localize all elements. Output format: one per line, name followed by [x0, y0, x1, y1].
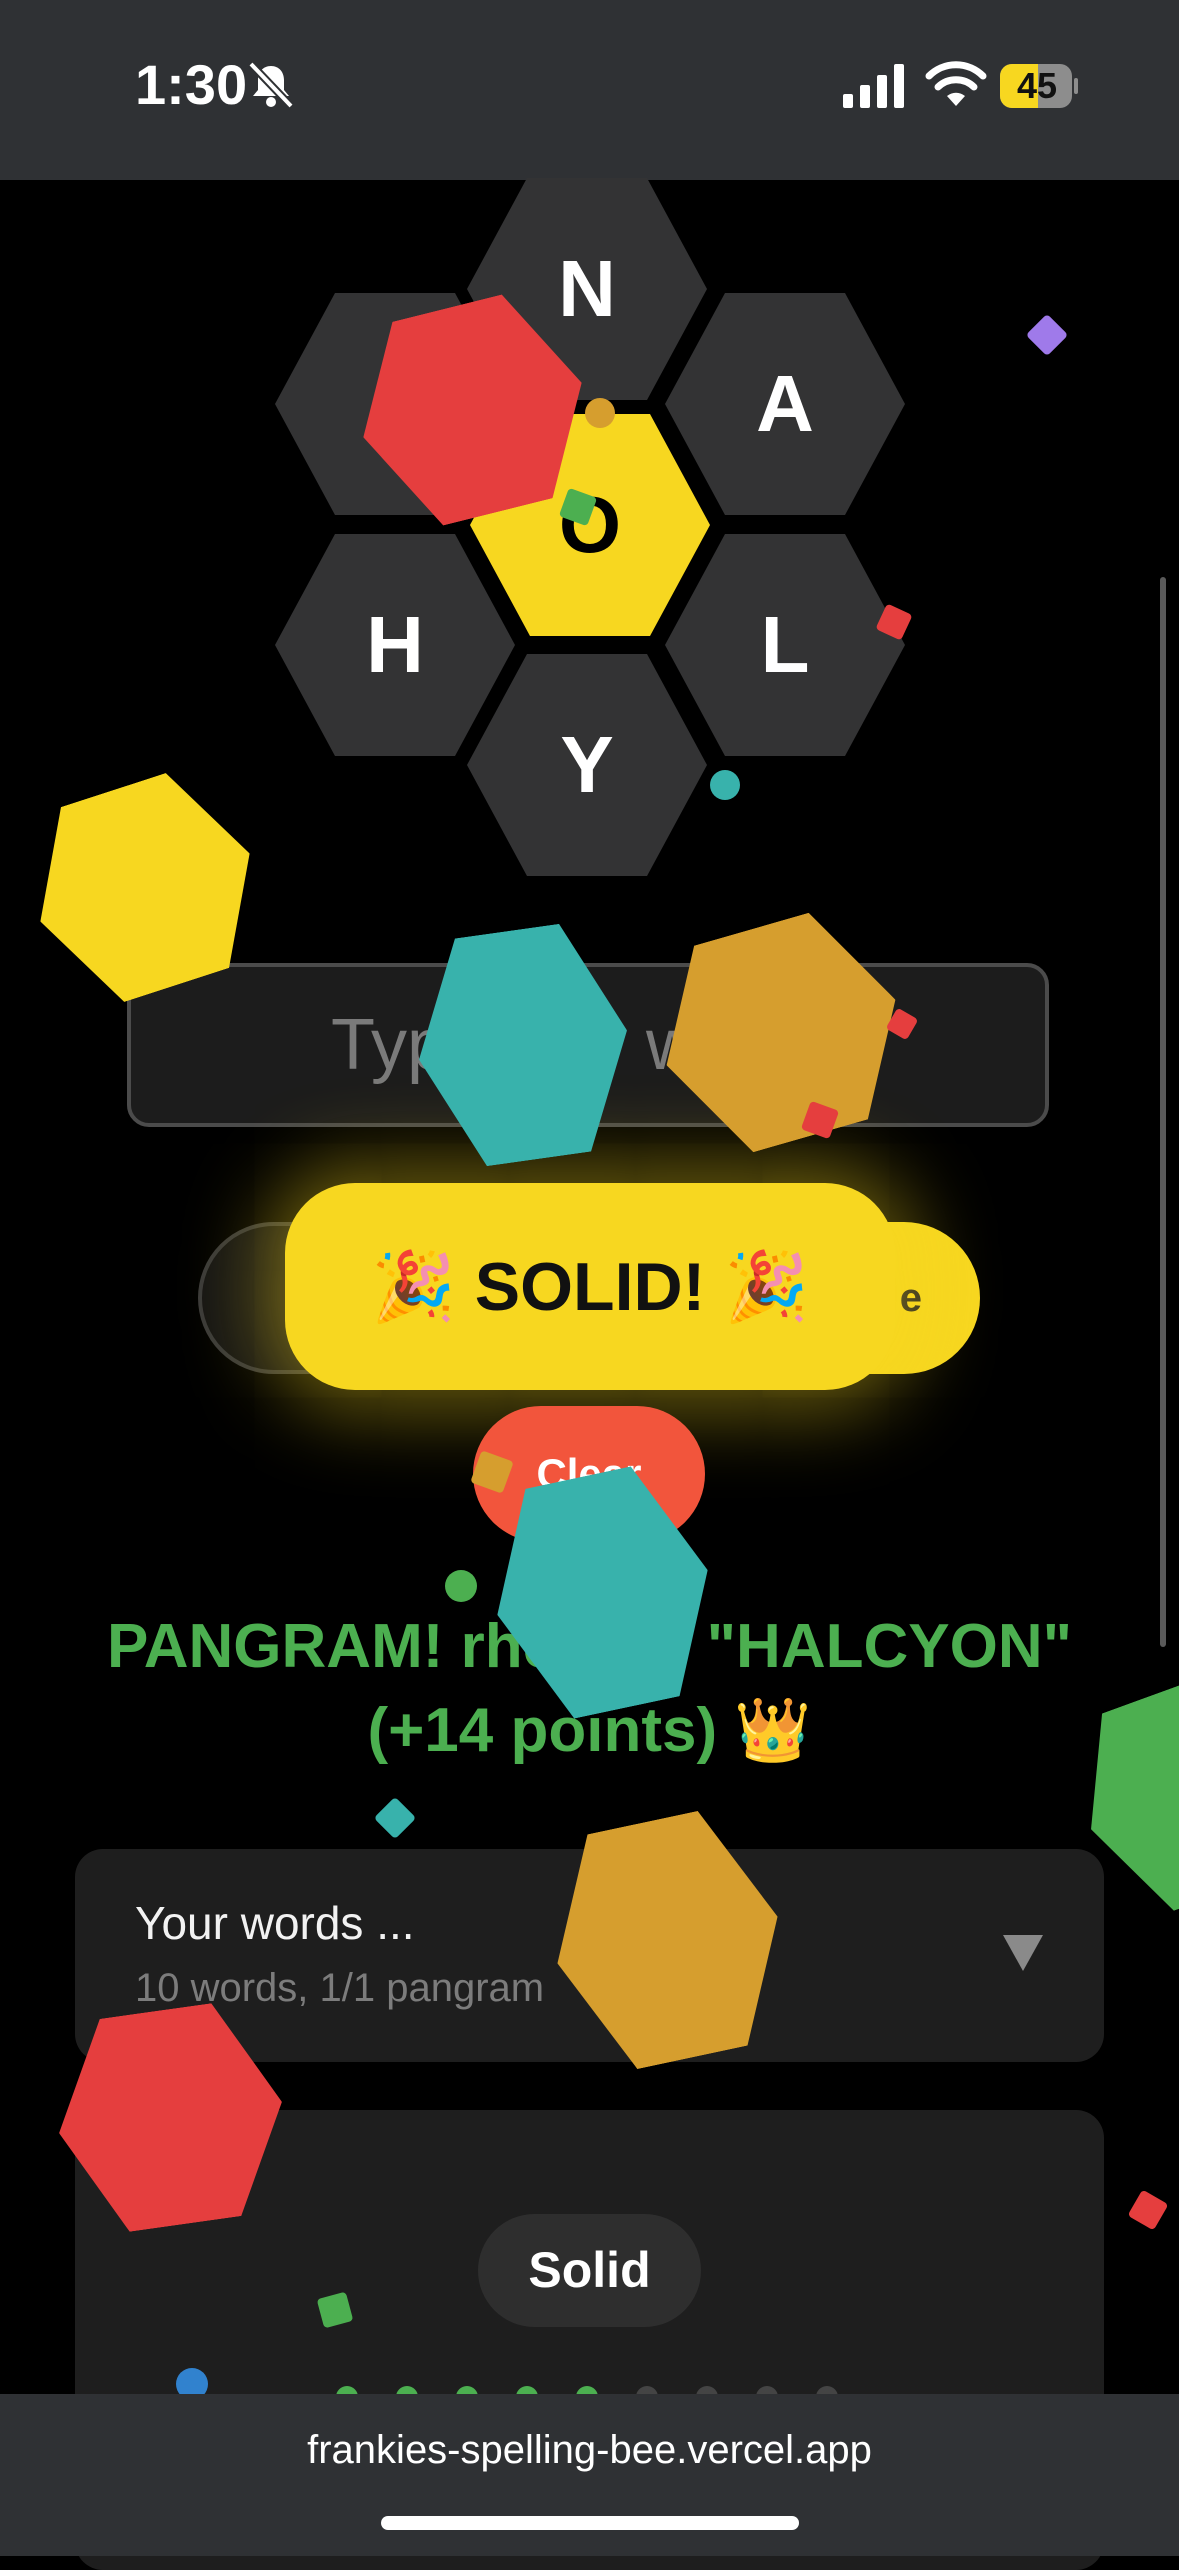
- wifi-icon: [925, 61, 987, 106]
- hive-letter-top-right[interactable]: A: [665, 293, 905, 515]
- hive-letter-bottom-left[interactable]: H: [275, 534, 515, 756]
- confetti-hexagon: [403, 917, 643, 1174]
- celebration-toast: 🎉 SOLID! 🎉: [285, 1183, 895, 1390]
- confetti-square: [373, 1796, 417, 1840]
- hive-letter-bottom-right[interactable]: L: [665, 534, 905, 756]
- scrollbar[interactable]: [1160, 577, 1166, 1647]
- confetti-hexagon: [637, 896, 925, 1168]
- confetti-dot: [445, 1570, 477, 1602]
- rank-label: Solid: [478, 2214, 701, 2327]
- confetti-dot: [585, 398, 615, 428]
- confetti-dot: [710, 770, 740, 800]
- home-indicator[interactable]: [381, 2516, 799, 2530]
- confetti-square: [1127, 2189, 1169, 2231]
- hive-letter-bottom[interactable]: Y: [467, 654, 707, 876]
- battery-level: 45: [1016, 65, 1058, 106]
- words-panel-subtitle: 10 words, 1/1 pangram: [135, 1966, 545, 2010]
- signal-icon: [843, 64, 904, 108]
- bell-slash-icon: [248, 62, 294, 108]
- words-panel-title: Your words ...: [135, 1897, 415, 1949]
- status-time: 1:30: [135, 53, 248, 116]
- browser-bar: [0, 2394, 1179, 2556]
- pangram-message-line1-end: d "HALCYON": [651, 1612, 1072, 1681]
- url-text[interactable]: frankies-spelling-bee.vercel.app: [0, 2428, 1179, 2473]
- confetti-square: [1025, 313, 1069, 357]
